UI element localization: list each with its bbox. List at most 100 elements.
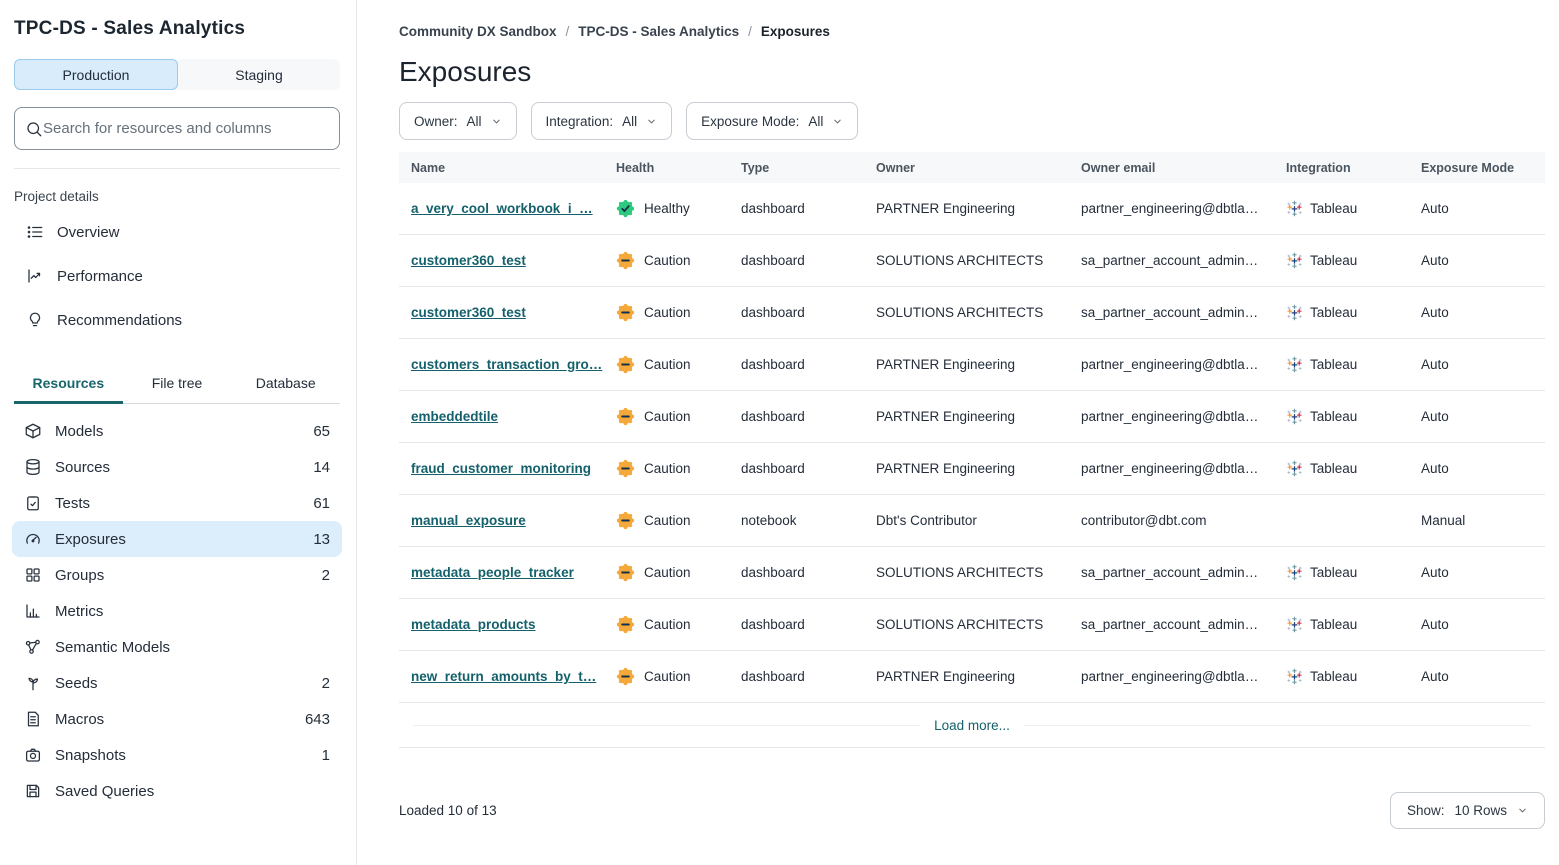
tab-production[interactable]: Production (14, 59, 178, 90)
health-label: Caution (644, 565, 691, 580)
sidebar-item-label: Groups (55, 567, 104, 584)
health-label: Caution (644, 357, 691, 372)
resource-count: 2 (322, 567, 330, 584)
tab-resources[interactable]: Resources (14, 366, 123, 404)
breadcrumb-project[interactable]: TPC-DS - Sales Analytics (578, 24, 739, 39)
owner-cell: SOLUTIONS ARCHITECTS (864, 305, 1069, 320)
integration-filter[interactable]: Integration: All (531, 102, 673, 140)
sidebar-item-groups[interactable]: Groups 2 (12, 557, 342, 593)
resource-count: 13 (313, 531, 330, 548)
rows-per-page-select[interactable]: Show: 10 Rows (1390, 792, 1545, 829)
project-title: TPC-DS - Sales Analytics (14, 18, 340, 40)
filter-label: Owner: (414, 114, 458, 129)
integration-cell: Tableau (1274, 200, 1409, 217)
sidebar-item-semantic-models[interactable]: Semantic Models (12, 629, 342, 665)
tableau-icon (1286, 252, 1303, 269)
chevron-down-icon (832, 116, 843, 127)
type-cell: dashboard (729, 201, 864, 216)
table-row: embeddedtile Caution dashboard PARTNER E… (399, 391, 1545, 443)
show-value: 10 Rows (1454, 803, 1507, 818)
tableau-icon (1286, 356, 1303, 373)
exposure-mode-filter[interactable]: Exposure Mode: All (686, 102, 858, 140)
sidebar-item-saved-queries[interactable]: Saved Queries (12, 773, 342, 809)
search-input[interactable] (43, 120, 329, 137)
sidebar-item-tests[interactable]: Tests 61 (12, 485, 342, 521)
exposure-name-link[interactable]: customers_transaction_gro… (411, 357, 602, 372)
exposure-mode-cell: Auto (1409, 461, 1545, 476)
integration-cell: Tableau (1274, 252, 1409, 269)
breadcrumb-account[interactable]: Community DX Sandbox (399, 24, 557, 39)
load-more-row: Load more... (399, 703, 1545, 748)
integration-cell: Tableau (1274, 564, 1409, 581)
sidebar-item-seeds[interactable]: Seeds 2 (12, 665, 342, 701)
exposure-name-link[interactable]: manual_exposure (411, 513, 526, 528)
sidebar-item-performance[interactable]: Performance (14, 254, 340, 298)
sidebar-item-label: Tests (55, 495, 90, 512)
exposure-name-link[interactable]: a_very_cool_workbook_i_… (411, 201, 593, 216)
integration-label: Tableau (1310, 305, 1357, 320)
trend-chart-icon (26, 267, 44, 285)
sidebar-item-label: Exposures (55, 531, 126, 548)
exposure-name-link[interactable]: metadata_people_tracker (411, 565, 574, 580)
tab-database[interactable]: Database (231, 366, 340, 404)
sidebar-item-label: Overview (57, 224, 120, 241)
save-icon (24, 782, 42, 800)
breadcrumb-current: Exposures (761, 24, 830, 39)
col-header-name: Name (399, 161, 604, 175)
owner-cell: PARTNER Engineering (864, 409, 1069, 424)
resource-count: 1 (322, 747, 330, 764)
integration-cell: Tableau (1274, 668, 1409, 685)
owner-email-cell: partner_engineering@dbtla… (1069, 669, 1274, 684)
tableau-icon (1286, 304, 1303, 321)
chevron-down-icon (1517, 805, 1528, 816)
exposure-name-link[interactable]: customer360_test (411, 305, 526, 320)
sidebar-item-macros[interactable]: Macros 643 (12, 701, 342, 737)
filter-value: All (622, 114, 637, 129)
health-cell: Caution (604, 355, 729, 374)
sidebar-item-recommendations[interactable]: Recommendations (14, 298, 340, 342)
owner-email-cell: partner_engineering@dbtla… (1069, 461, 1274, 476)
owner-filter[interactable]: Owner: All (399, 102, 517, 140)
exposure-name-link[interactable]: new_return_amounts_by_t… (411, 669, 596, 684)
tab-staging[interactable]: Staging (178, 59, 340, 90)
camera-icon (24, 746, 42, 764)
sidebar-item-overview[interactable]: Overview (14, 210, 340, 254)
bar-chart-icon (24, 602, 42, 620)
tab-file-tree[interactable]: File tree (123, 366, 232, 404)
project-details-list: Overview Performance Recommendations (14, 210, 340, 342)
owner-cell: SOLUTIONS ARCHITECTS (864, 565, 1069, 580)
sidebar-item-models[interactable]: Models 65 (12, 413, 342, 449)
health-label: Caution (644, 617, 691, 632)
col-header-owner-email: Owner email (1069, 161, 1274, 175)
owner-email-cell: sa_partner_account_admin… (1069, 565, 1274, 580)
lightbulb-icon (26, 311, 44, 329)
sidebar-item-label: Recommendations (57, 312, 182, 329)
loaded-count-text: Loaded 10 of 13 (399, 803, 497, 818)
filter-value: All (808, 114, 823, 129)
owner-cell: PARTNER Engineering (864, 357, 1069, 372)
sidebar-item-snapshots[interactable]: Snapshots 1 (12, 737, 342, 773)
col-header-health: Health (604, 161, 729, 175)
integration-label: Tableau (1310, 201, 1357, 216)
load-more-link[interactable]: Load more... (920, 718, 1024, 733)
exposure-name-link[interactable]: embeddedtile (411, 409, 498, 424)
sidebar-item-label: Performance (57, 268, 143, 285)
col-header-owner: Owner (864, 161, 1069, 175)
type-cell: dashboard (729, 305, 864, 320)
exposure-name-link[interactable]: customer360_test (411, 253, 526, 268)
health-cell: Caution (604, 251, 729, 270)
sidebar-item-metrics[interactable]: Metrics (12, 593, 342, 629)
exposure-mode-cell: Auto (1409, 409, 1545, 424)
sidebar-item-label: Metrics (55, 603, 103, 620)
exposure-mode-cell: Auto (1409, 617, 1545, 632)
sidebar-item-sources[interactable]: Sources 14 (12, 449, 342, 485)
type-cell: dashboard (729, 669, 864, 684)
exposure-name-link[interactable]: fraud_customer_monitoring (411, 461, 591, 476)
breadcrumb: Community DX Sandbox / TPC-DS - Sales An… (399, 24, 1545, 39)
sidebar-divider (14, 168, 340, 169)
gauge-icon (24, 530, 42, 548)
owner-email-cell: partner_engineering@dbtla… (1069, 201, 1274, 216)
integration-label: Tableau (1310, 409, 1357, 424)
sidebar-item-exposures[interactable]: Exposures 13 (12, 521, 342, 557)
exposure-name-link[interactable]: metadata_products (411, 617, 536, 632)
